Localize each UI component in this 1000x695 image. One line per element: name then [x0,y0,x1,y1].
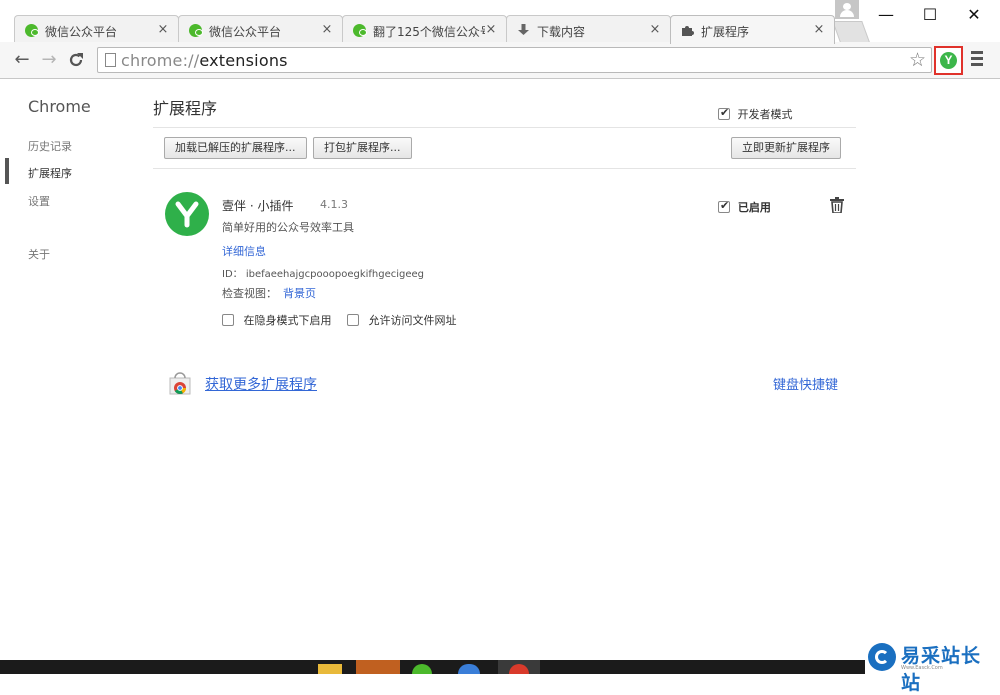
page-icon [105,53,116,67]
trash-icon[interactable] [830,197,844,213]
extension-id: ID： ibefaeehajgcpooopoegkifhgecigeeg [222,269,425,280]
sidebar-item-extensions[interactable]: 扩展程序 [28,165,72,181]
profile-avatar-icon[interactable] [835,0,859,19]
task-view-icon[interactable] [262,660,300,674]
url-scheme: chrome:// [121,51,200,70]
watermark-logo-icon [868,643,896,671]
maximize-icon[interactable]: ☐ [908,2,952,28]
sidebar: Chrome 历史记录 扩展程序 设置 关于 [0,80,140,660]
tab-downloads[interactable]: 下载内容 × [506,15,671,43]
get-more-extensions-link[interactable]: 获取更多扩展程序 [205,374,317,394]
tab-title: 翻了125个微信公众号 [373,25,485,39]
chrome-menu-icon[interactable] [968,51,986,69]
enabled-checkbox[interactable] [718,199,730,213]
window-close-icon[interactable]: ✕ [952,2,996,28]
close-icon[interactable]: × [320,22,334,37]
extension-description: 简单好用的公众号效率工具 [222,221,354,234]
close-icon[interactable]: × [648,22,662,37]
divider [153,168,856,169]
allow-file-urls-label: 允许访问文件网址 [368,314,457,327]
tab-title: 下载内容 [537,25,586,39]
sidebar-title: Chrome [28,97,91,116]
os-taskbar [0,660,1000,674]
download-icon [518,24,529,35]
load-unpacked-button[interactable]: 加载已解压的扩展程序... [164,137,307,159]
browser-icon[interactable] [458,664,480,674]
url-text[interactable]: chrome://extensions [121,51,288,70]
taskbar-app-icon[interactable] [356,660,400,674]
extensions-page: 扩展程序 开发者模式 加载已解压的扩展程序... 打包扩展程序... 立即更新扩… [153,80,858,660]
extension-action-button[interactable] [934,46,963,75]
web-store-icon [169,372,191,395]
address-bar[interactable]: chrome://extensions ☆ [97,47,932,73]
keyboard-shortcuts-link[interactable]: 键盘快捷键 [773,374,838,393]
close-icon[interactable]: × [484,22,498,37]
file-explorer-icon[interactable] [318,664,342,674]
tab-extensions[interactable]: 扩展程序 × [670,15,835,44]
browser-toolbar: ← → chrome://extensions ☆ [0,42,1000,79]
inspect-label: 检查视图： [222,287,277,300]
sidebar-item-about[interactable]: 关于 [28,246,50,262]
yiban-extension-icon [165,192,209,236]
wechat-icon [25,24,39,37]
close-icon[interactable]: × [812,22,826,37]
url-path: extensions [199,51,288,70]
wechat-icon [189,24,203,37]
sidebar-item-settings[interactable]: 设置 [28,193,50,209]
extension-card: 壹伴 · 小插件 4.1.3 简单好用的公众号效率工具 详细信息 ID： ibe… [153,180,858,340]
tab-title: 微信公众平台 [45,25,118,39]
sidebar-item-history[interactable]: 历史记录 [28,138,72,154]
developer-mode-checkbox[interactable] [718,106,730,120]
allow-incognito-option[interactable]: 在隐身模式下启用 [222,312,332,328]
page-title: 扩展程序 [153,99,218,118]
title-bar: 微信公众平台 × 微信公众平台 × 翻了125个微信公众号 × 下载内容 × 扩… [0,0,1000,44]
chrome-taskbar-icon[interactable] [498,660,540,674]
reload-icon[interactable] [64,48,88,72]
update-extensions-button[interactable]: 立即更新扩展程序 [731,137,841,159]
close-icon[interactable]: × [156,22,170,37]
sidebar-selection-marker [5,158,9,184]
get-more-extensions[interactable]: 获取更多扩展程序 [167,370,367,400]
allow-incognito-checkbox[interactable] [222,314,234,326]
watermark: 易采站长站 Www.Easck.Com [865,640,1000,694]
wechat-icon[interactable] [412,664,432,674]
forward-arrow-icon[interactable]: → [37,48,61,72]
puzzle-icon [682,26,694,36]
tab-wechat-1[interactable]: 微信公众平台 × [14,15,179,43]
details-link[interactable]: 详细信息 [222,243,266,259]
yiban-extension-icon [940,52,957,69]
allow-file-urls-checkbox[interactable] [347,314,359,326]
minimize-icon[interactable]: — [864,2,908,28]
tab-title: 微信公众平台 [209,25,282,39]
divider [153,127,856,128]
developer-mode-toggle[interactable]: 开发者模式 [718,106,793,122]
allow-file-urls-option[interactable]: 允许访问文件网址 [347,312,457,328]
extension-name: 壹伴 · 小插件 [222,199,294,213]
enabled-label: 已启用 [737,201,771,214]
extension-version: 4.1.3 [320,198,348,211]
developer-mode-label: 开发者模式 [737,108,793,121]
tab-title: 扩展程序 [701,25,750,39]
wechat-icon [353,24,367,37]
enabled-toggle[interactable]: 已启用 [718,199,771,215]
back-arrow-icon[interactable]: ← [10,48,34,72]
pack-extension-button[interactable]: 打包扩展程序... [313,137,412,159]
tab-wechat-article[interactable]: 翻了125个微信公众号 × [342,15,507,43]
background-page-link[interactable]: 背景页 [283,287,316,300]
tab-wechat-2[interactable]: 微信公众平台 × [178,15,343,43]
inspect-views: 检查视图： 背景页 [222,285,316,301]
watermark-subtext: Www.Easck.Com [901,665,943,671]
allow-incognito-label: 在隐身模式下启用 [243,314,332,327]
bookmark-star-icon[interactable]: ☆ [909,49,926,71]
